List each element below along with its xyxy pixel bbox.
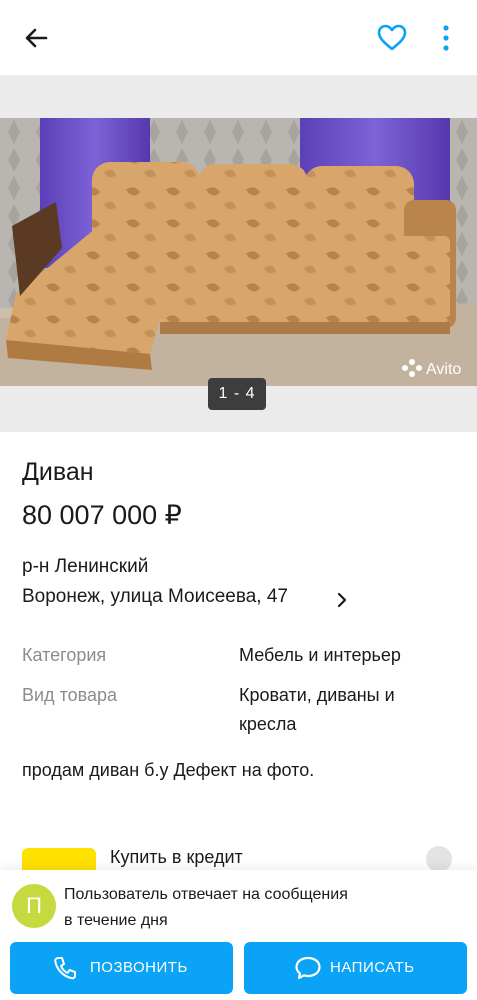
heart-outline-icon[interactable] xyxy=(376,22,408,54)
param-value-type-line2: кресла xyxy=(239,714,297,734)
listing-photo[interactable]: Avito xyxy=(0,118,477,386)
param-value-type-line1: Кровати, диваны и xyxy=(239,685,395,705)
top-app-bar xyxy=(0,0,477,76)
contact-panel: П Пользователь отвечает на сообщения в т… xyxy=(0,870,477,1000)
svg-text:Avito: Avito xyxy=(426,361,461,378)
phone-icon xyxy=(54,957,76,980)
listing-price: 80 007 000 ₽ xyxy=(22,500,182,530)
param-key-type: Вид товара xyxy=(22,685,118,705)
arrow-left-icon[interactable] xyxy=(20,22,52,54)
notice-line-2: в течение дня xyxy=(64,912,168,929)
listing-description: продам диван б.у Дефект на фото. xyxy=(22,760,315,780)
seller-avatar: П xyxy=(12,884,56,928)
photo-counter: 1 - 4 xyxy=(208,378,266,410)
listing-address: Воронеж, улица Моисеева, 47 xyxy=(22,586,288,607)
write-button[interactable]: НАПИСАТЬ xyxy=(244,942,467,994)
credit-label: Купить в кредит xyxy=(110,847,243,867)
info-icon[interactable] xyxy=(426,846,452,872)
chevron-right-icon xyxy=(337,592,347,608)
more-vertical-icon[interactable] xyxy=(438,22,454,54)
listing-district: р-н Ленинский xyxy=(22,556,149,577)
write-button-label: НАПИСАТЬ xyxy=(330,959,415,976)
param-value-category: Мебель и интерьер xyxy=(239,645,401,665)
call-button[interactable]: ПОЗВОНИТЬ xyxy=(10,942,233,994)
address-link[interactable]: Воронеж, улица Моисеева, 47 xyxy=(22,586,462,614)
seller-response-notice: Пользователь отвечает на сообщения в теч… xyxy=(64,882,464,934)
param-key-category: Категория xyxy=(22,645,107,665)
chat-bubble-icon xyxy=(295,956,321,980)
listing-title: Диван xyxy=(22,458,94,486)
call-button-label: ПОЗВОНИТЬ xyxy=(90,959,188,976)
notice-line-1: Пользователь отвечает на сообщения xyxy=(64,886,348,903)
